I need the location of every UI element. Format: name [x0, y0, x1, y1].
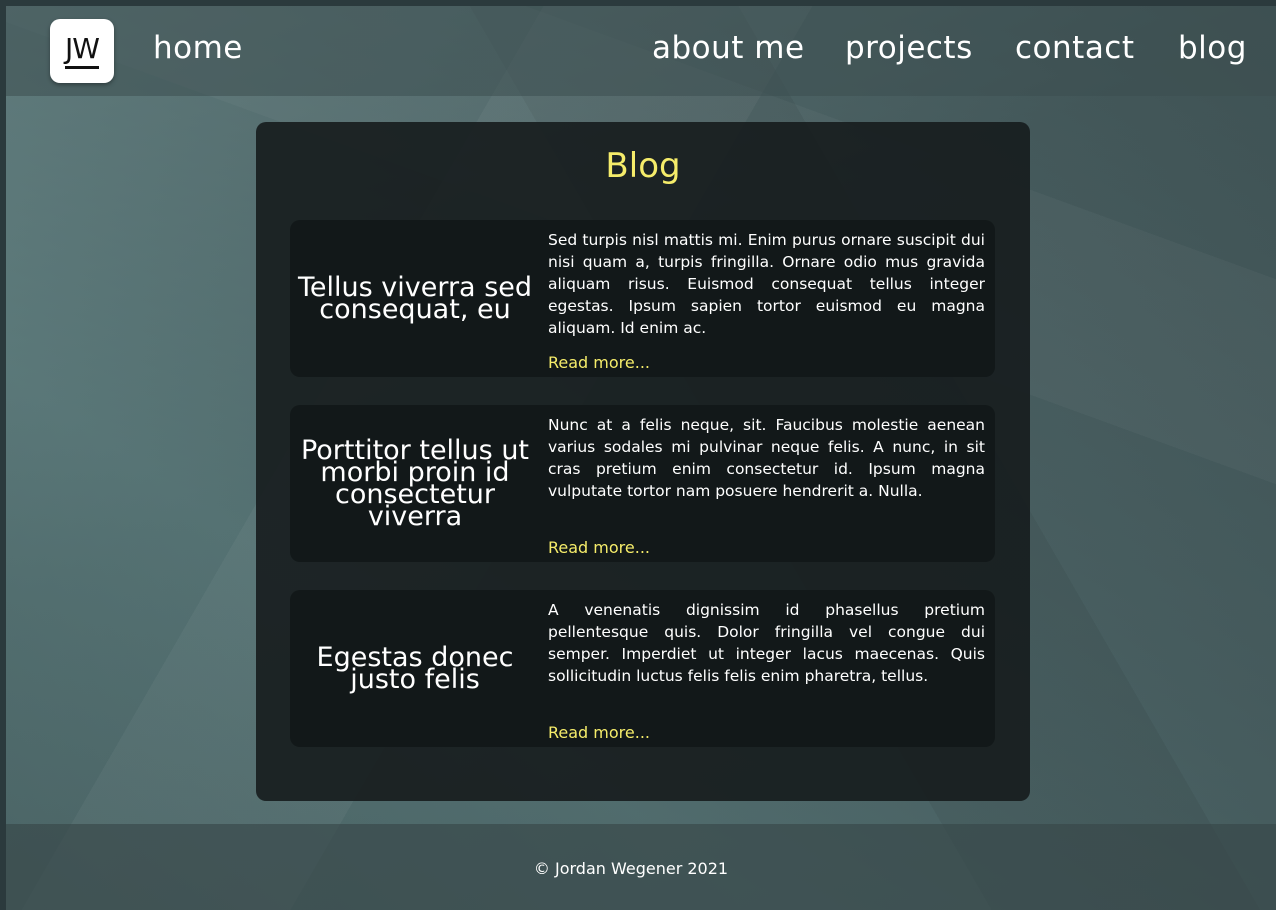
- nav-blog-link[interactable]: blog: [1178, 30, 1247, 66]
- copyright-text: © Jordan Wegener 2021: [533, 859, 729, 878]
- nav-about-link[interactable]: about me: [652, 30, 805, 66]
- logo-text: JW: [65, 33, 100, 69]
- post-title: Porttitor tellus ut morbi proin id conse…: [300, 434, 530, 532]
- nav-projects-link[interactable]: projects: [845, 30, 973, 66]
- logo-link[interactable]: JW: [50, 19, 114, 83]
- read-more-link[interactable]: Read more...: [548, 723, 650, 742]
- post-title: Tellus viverra sed consequat, eu: [297, 271, 533, 325]
- post-excerpt: A venenatis dignissim id phasellus preti…: [548, 601, 985, 685]
- read-more-link[interactable]: Read more...: [548, 353, 650, 372]
- nav-contact-link[interactable]: contact: [1015, 30, 1135, 66]
- page-background: JW home about me projects contact blog B…: [6, 6, 1276, 910]
- read-more-link[interactable]: Read more...: [548, 538, 650, 557]
- post-excerpt: Nunc at a felis neque, sit. Faucibus mol…: [548, 416, 985, 500]
- blog-post: Tellus viverra sed consequat, eu Sed tur…: [290, 220, 995, 377]
- nav-home-link[interactable]: home: [153, 30, 243, 66]
- blog-post: Egestas donec justo felis A venenatis di…: [290, 590, 995, 747]
- page-footer: © Jordan Wegener 2021: [6, 824, 1276, 910]
- blog-post: Porttitor tellus ut morbi proin id conse…: [290, 405, 995, 562]
- post-title: Egestas donec justo felis: [316, 641, 514, 695]
- top-navbar: JW home about me projects contact blog: [6, 6, 1276, 96]
- blog-heading: Blog: [605, 146, 681, 186]
- blog-card: Blog Tellus viverra sed consequat, eu Se…: [256, 122, 1030, 801]
- post-excerpt: Sed turpis nisl mattis mi. Enim purus or…: [548, 231, 985, 337]
